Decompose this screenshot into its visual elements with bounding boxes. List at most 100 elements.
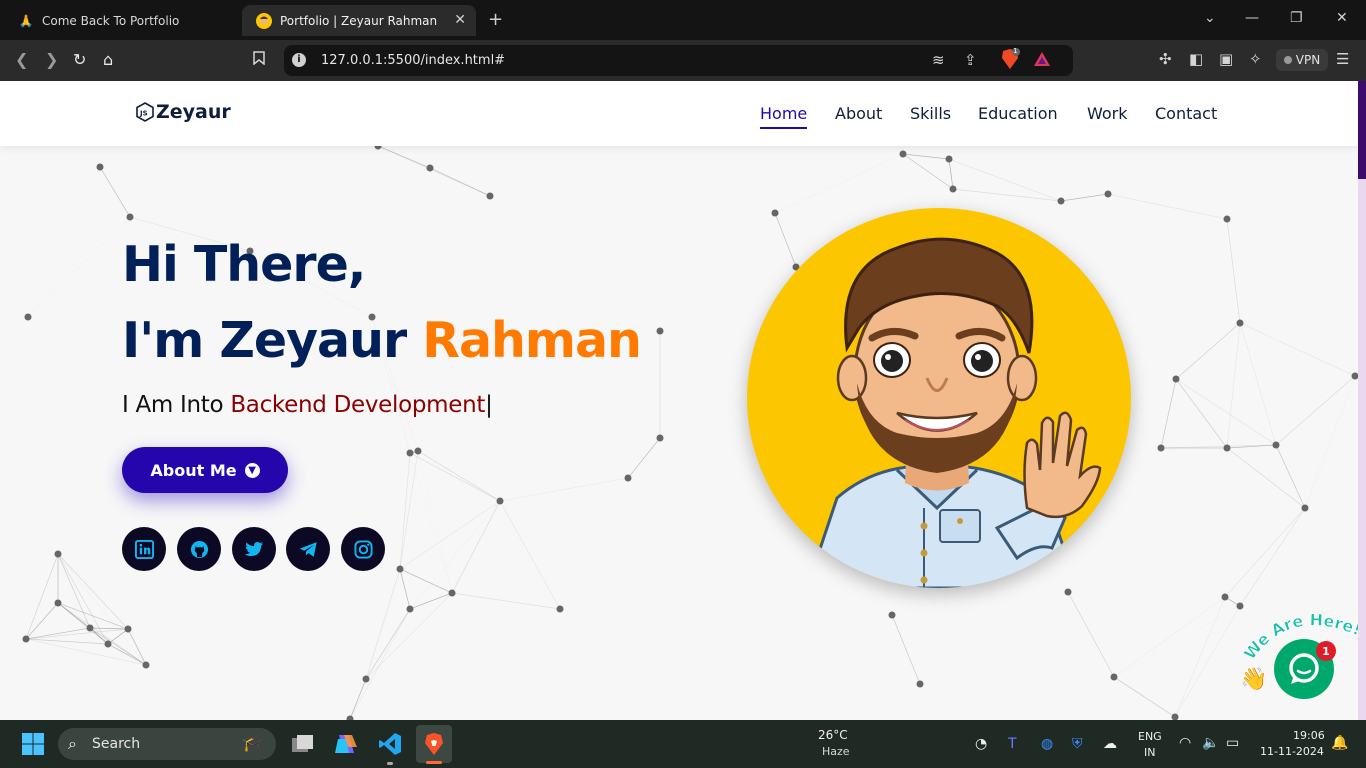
- brave-taskbar-icon[interactable]: [416, 725, 452, 764]
- reload-icon[interactable]: ↻: [73, 50, 86, 69]
- about-me-button[interactable]: About Me ▼: [122, 447, 288, 493]
- telegram-button[interactable]: [286, 527, 330, 571]
- network-link: [349, 678, 367, 720]
- network-node: [22, 635, 30, 643]
- network-link: [1226, 322, 1241, 449]
- bookmark-icon[interactable]: [253, 51, 265, 69]
- forward-icon[interactable]: ❯: [45, 50, 58, 69]
- vscode-icon[interactable]: [375, 729, 405, 765]
- share-icon[interactable]: ⇪: [964, 51, 977, 69]
- clock-time[interactable]: 19:06: [1293, 729, 1325, 742]
- hero-greeting: Hi There,: [122, 236, 366, 293]
- site-logo[interactable]: JS Zeyaur: [135, 101, 231, 123]
- window-close-icon[interactable]: ✕: [1336, 10, 1348, 26]
- language-code[interactable]: ENG: [1138, 730, 1162, 743]
- nav-education[interactable]: Education: [978, 104, 1058, 123]
- network-link: [365, 568, 401, 680]
- tab-come-back[interactable]: 🙏 Come Back To Portfolio: [4, 5, 236, 36]
- webpage-viewport: JS Zeyaur Home About Skills Education Wo…: [0, 81, 1358, 720]
- cloud-icon[interactable]: ☁: [1103, 736, 1117, 752]
- task-view-icon[interactable]: [287, 729, 317, 759]
- sidebar-icon[interactable]: ◧: [1189, 50, 1203, 68]
- network-node: [945, 155, 953, 163]
- menu-icon[interactable]: ☰: [1336, 50, 1349, 68]
- scrollbar-thumb[interactable]: [1358, 81, 1366, 179]
- network-node: [448, 589, 456, 597]
- network-node: [142, 661, 150, 669]
- github-button[interactable]: [177, 527, 221, 571]
- address-toolbar: ❮ ❯ ↻ ⌂ i 127.0.0.1:5500/index.html# ≋ ⇪…: [0, 40, 1366, 81]
- extensions-icon[interactable]: ✣: [1159, 50, 1172, 68]
- leo-ai-icon[interactable]: ✧: [1249, 50, 1262, 68]
- wallet-icon[interactable]: ▣: [1219, 50, 1233, 68]
- network-link: [1160, 378, 1177, 449]
- chat-widget[interactable]: We Are Here! 👋 1: [1234, 601, 1358, 701]
- network-node: [124, 625, 132, 633]
- waving-hand-icon: 👋: [1240, 667, 1268, 692]
- twitter-button[interactable]: [232, 527, 276, 571]
- site-info-icon[interactable]: i: [292, 53, 306, 67]
- notification-bell-icon[interactable]: 🔔: [1331, 735, 1348, 751]
- language-region[interactable]: IN: [1144, 746, 1155, 759]
- battery-icon[interactable]: ▭: [1226, 735, 1239, 751]
- network-link: [451, 592, 561, 610]
- avatar-favicon-icon: [256, 12, 272, 29]
- network-link: [948, 158, 954, 190]
- teams-icon[interactable]: T: [1008, 736, 1017, 752]
- network-link: [1226, 218, 1241, 324]
- brave-rewards-icon[interactable]: [1033, 51, 1051, 71]
- copilot-icon[interactable]: [331, 729, 361, 759]
- chat-unread-badge: 1: [1316, 641, 1336, 661]
- app-tray-icon[interactable]: ◍: [1041, 736, 1053, 752]
- network-link: [25, 553, 59, 640]
- wifi-icon[interactable]: ◠: [1179, 735, 1191, 751]
- instagram-button[interactable]: [341, 527, 385, 571]
- network-node: [406, 605, 414, 613]
- minimize-icon[interactable]: —: [1245, 10, 1259, 26]
- volume-icon[interactable]: 🔈: [1202, 735, 1219, 751]
- home-icon[interactable]: ⌂: [103, 50, 113, 69]
- network-link: [57, 553, 129, 630]
- network-link: [499, 477, 629, 502]
- onedrive-status-icon[interactable]: ◔: [975, 736, 987, 752]
- vpn-button[interactable]: VPN: [1276, 49, 1328, 71]
- nav-home[interactable]: Home: [760, 104, 808, 129]
- close-icon[interactable]: ✕: [454, 12, 466, 28]
- hero-name-highlight: Rahman: [422, 312, 642, 369]
- network-link: [377, 145, 491, 197]
- linkedin-button[interactable]: [122, 527, 166, 571]
- new-tab-icon[interactable]: +: [488, 9, 503, 30]
- brave-shields-icon[interactable]: 1: [1000, 47, 1020, 70]
- back-icon[interactable]: ❮: [15, 50, 28, 69]
- taskbar-search[interactable]: ⌕ Search 🎓: [58, 728, 276, 760]
- network-link: [99, 166, 131, 218]
- url-text[interactable]: 127.0.0.1:5500/index.html#: [321, 53, 505, 68]
- weather-desc[interactable]: Haze: [822, 745, 850, 758]
- security-shield-icon[interactable]: ⛨: [1072, 736, 1083, 752]
- page-scrollbar[interactable]: [1358, 81, 1366, 720]
- tab-portfolio[interactable]: Portfolio | Zeyaur Rahman ✕: [242, 5, 476, 36]
- windows-start-icon[interactable]: [18, 729, 48, 759]
- network-link: [1227, 376, 1355, 448]
- network-link: [1161, 323, 1240, 448]
- js-hexagon-icon: JS: [136, 102, 154, 122]
- network-link: [1225, 448, 1227, 597]
- network-node: [556, 605, 564, 613]
- network-link: [365, 608, 411, 680]
- network-link: [417, 450, 501, 502]
- network-node: [1223, 444, 1231, 452]
- clock-date[interactable]: 11-11-2024: [1260, 745, 1324, 758]
- network-link: [107, 628, 129, 645]
- network-node: [54, 599, 62, 607]
- restore-icon[interactable]: ❐: [1290, 10, 1303, 26]
- network-link: [1226, 447, 1306, 509]
- weather-temp[interactable]: 26°C: [818, 728, 848, 742]
- reader-mode-icon[interactable]: ≋: [932, 51, 945, 69]
- nav-skills[interactable]: Skills: [910, 104, 951, 123]
- nav-about[interactable]: About: [835, 104, 882, 123]
- nav-work[interactable]: Work: [1087, 104, 1128, 123]
- url-bar[interactable]: i 127.0.0.1:5500/index.html# ≋ ⇪ 1: [284, 45, 1073, 76]
- network-link: [1239, 322, 1356, 377]
- nav-contact[interactable]: Contact: [1155, 104, 1217, 123]
- chevron-down-icon[interactable]: ⌄: [1204, 10, 1216, 26]
